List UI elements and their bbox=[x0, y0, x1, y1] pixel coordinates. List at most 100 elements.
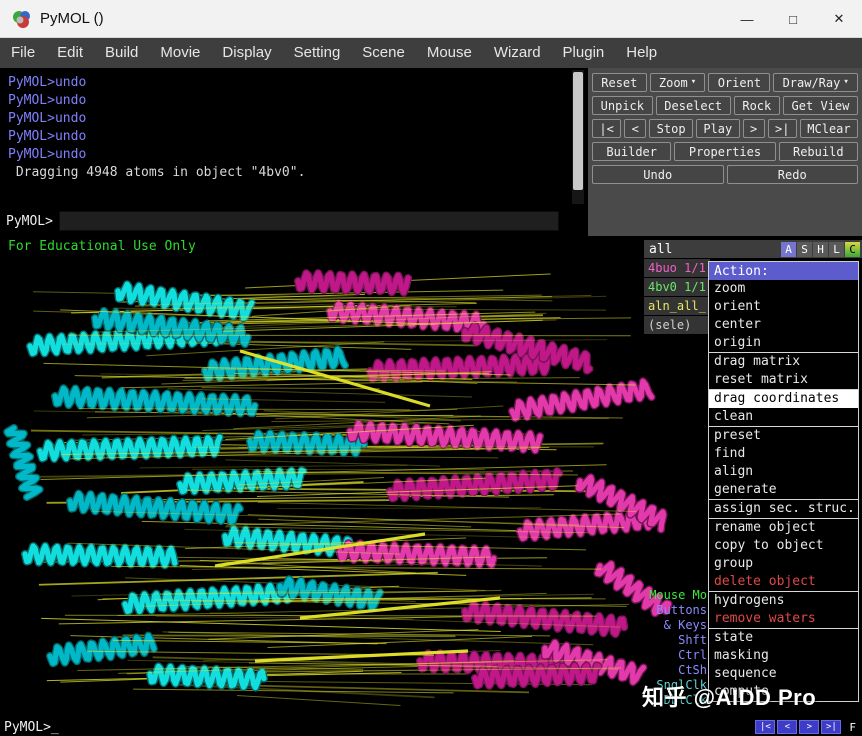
menu-help[interactable]: Help bbox=[615, 38, 668, 68]
ctrl-2-5-button[interactable]: >| bbox=[768, 119, 797, 138]
menu-file[interactable]: File bbox=[0, 38, 46, 68]
control-row: Unpick DeselectRockGet View bbox=[592, 96, 858, 115]
console-scrollbar[interactable] bbox=[572, 70, 584, 204]
close-button[interactable]: ✕ bbox=[816, 0, 862, 38]
reset-button[interactable]: Reset bbox=[592, 73, 647, 92]
menu-setting[interactable]: Setting bbox=[283, 38, 352, 68]
panel-chip-a[interactable]: A bbox=[781, 242, 796, 257]
rock-button[interactable]: Rock bbox=[734, 96, 780, 115]
titlebar: PyMOL () — □ ✕ bbox=[0, 0, 862, 38]
action-item-preset[interactable]: preset bbox=[709, 427, 858, 445]
button-label: Play bbox=[703, 122, 732, 136]
action-item-align[interactable]: align bbox=[709, 463, 858, 481]
button-label: Stop bbox=[657, 122, 686, 136]
undo-button[interactable]: Undo bbox=[592, 165, 724, 184]
menu-scene[interactable]: Scene bbox=[351, 38, 416, 68]
control-panel: ResetZoom▾OrientDraw/Ray▾UnpickDeselectR… bbox=[588, 68, 862, 236]
draw-ray-button[interactable]: Draw/Ray▾ bbox=[773, 73, 858, 92]
object-row-all[interactable]: all ASHLC bbox=[644, 240, 862, 258]
menu-mouse[interactable]: Mouse bbox=[416, 38, 483, 68]
frame-prev-button[interactable]: < bbox=[777, 720, 797, 734]
button-label: |< bbox=[599, 122, 613, 136]
action-item-drag-coordinates[interactable]: drag coordinates bbox=[709, 390, 858, 408]
stop-button[interactable]: Stop bbox=[649, 119, 693, 138]
button-label: < bbox=[632, 122, 639, 136]
viewport-3d[interactable]: For Educational Use Only all ASHLC 4buo … bbox=[0, 236, 862, 718]
action-item-remove-waters[interactable]: remove waters bbox=[709, 610, 858, 628]
command-input[interactable] bbox=[59, 211, 559, 231]
action-item-state[interactable]: state bbox=[709, 629, 858, 647]
console-line: PyMOL>undo bbox=[8, 74, 580, 92]
frame-first-button[interactable]: |< bbox=[755, 720, 775, 734]
action-item-masking[interactable]: masking bbox=[709, 647, 858, 665]
action-item-origin[interactable]: origin bbox=[709, 334, 858, 352]
console-line: PyMOL>undo bbox=[8, 110, 580, 128]
play-button[interactable]: Play bbox=[696, 119, 740, 138]
console-log: PyMOL>undoPyMOL>undoPyMOL>undoPyMOL>undo… bbox=[0, 68, 588, 206]
menu-plugin[interactable]: Plugin bbox=[552, 38, 616, 68]
prompt-label: PyMOL> bbox=[6, 214, 53, 229]
action-item-copy-to-object[interactable]: copy to object bbox=[709, 537, 858, 555]
edu-notice: For Educational Use Only bbox=[8, 239, 196, 254]
get-view-button[interactable]: Get View bbox=[783, 96, 858, 115]
action-item-drag-matrix[interactable]: drag matrix bbox=[709, 353, 858, 371]
action-item-delete-object[interactable]: delete object bbox=[709, 573, 858, 591]
console-line: PyMOL>undo bbox=[8, 92, 580, 110]
orient-button[interactable]: Orient bbox=[708, 73, 770, 92]
builder-button[interactable]: Builder bbox=[592, 142, 671, 161]
action-item-hydrogens[interactable]: hydrogens bbox=[709, 592, 858, 610]
action-item-group[interactable]: group bbox=[709, 555, 858, 573]
mouse-panel-label: CtSh bbox=[645, 663, 707, 678]
action-item-orient[interactable]: orient bbox=[709, 298, 858, 316]
menu-display[interactable]: Display bbox=[211, 38, 282, 68]
action-item-zoom[interactable]: zoom bbox=[709, 280, 858, 298]
panel-chip-c[interactable]: C bbox=[845, 242, 860, 257]
button-label: Reset bbox=[601, 76, 637, 90]
action-menu-items: zoomorientcenterorigindrag matrixreset m… bbox=[709, 280, 858, 701]
menu-build[interactable]: Build bbox=[94, 38, 149, 68]
ctrl-2-4-button[interactable]: > bbox=[743, 119, 765, 138]
pymol-window: PyMOL () — □ ✕ FileEditBuildMovieDisplay… bbox=[0, 0, 862, 736]
action-item-generate[interactable]: generate bbox=[709, 481, 858, 499]
rebuild-button[interactable]: Rebuild bbox=[779, 142, 858, 161]
frame-last-button[interactable]: >| bbox=[821, 720, 841, 734]
frame-next-button[interactable]: > bbox=[799, 720, 819, 734]
object-row-4buo-1-1[interactable]: 4buo 1/1 bbox=[644, 259, 710, 277]
action-item-center[interactable]: center bbox=[709, 316, 858, 334]
menu-edit[interactable]: Edit bbox=[46, 38, 94, 68]
console-line: PyMOL>undo bbox=[8, 128, 580, 146]
minimize-button[interactable]: — bbox=[724, 0, 770, 38]
action-item-find[interactable]: find bbox=[709, 445, 858, 463]
action-menu-title: Action: bbox=[709, 262, 858, 280]
properties-button[interactable]: Properties bbox=[674, 142, 775, 161]
redo-button[interactable]: Redo bbox=[727, 165, 859, 184]
ctrl-2-0-button[interactable]: |< bbox=[592, 119, 621, 138]
object-row-4bv0-1-1[interactable]: 4bv0 1/1 bbox=[644, 278, 710, 296]
panel-chip-s[interactable]: S bbox=[797, 242, 812, 257]
object-row-aln-all[interactable]: aln_all_ bbox=[644, 297, 710, 315]
window-title: PyMOL () bbox=[40, 10, 104, 27]
control-row: BuilderPropertiesRebuild bbox=[592, 142, 858, 161]
deselect-button[interactable]: Deselect bbox=[656, 96, 731, 115]
action-item-reset-matrix[interactable]: reset matrix bbox=[709, 371, 858, 389]
panel-chip-l[interactable]: L bbox=[829, 242, 844, 257]
unpick-button[interactable]: Unpick bbox=[592, 96, 653, 115]
mclear-button[interactable]: MClear bbox=[800, 119, 858, 138]
maximize-button[interactable]: □ bbox=[770, 0, 816, 38]
zoom-button[interactable]: Zoom▾ bbox=[650, 73, 706, 92]
chevron-down-icon: ▾ bbox=[843, 78, 848, 87]
watermark: 知乎 @AIDD Pro bbox=[642, 680, 816, 712]
action-item-clean[interactable]: clean bbox=[709, 408, 858, 426]
scrollbar-thumb[interactable] bbox=[573, 72, 583, 190]
menu-wizard[interactable]: Wizard bbox=[483, 38, 552, 68]
action-item-rename-object[interactable]: rename object bbox=[709, 519, 858, 537]
action-item-assign-sec-struc[interactable]: assign sec. struc. bbox=[709, 500, 858, 518]
menu-movie[interactable]: Movie bbox=[149, 38, 211, 68]
button-label: Unpick bbox=[601, 99, 644, 113]
object-row-sele[interactable]: (sele) bbox=[644, 316, 710, 334]
button-label: Redo bbox=[778, 168, 807, 182]
command-row: PyMOL> bbox=[0, 206, 588, 236]
panel-chip-h[interactable]: H bbox=[813, 242, 828, 257]
button-label: MClear bbox=[807, 122, 850, 136]
ctrl-2-1-button[interactable]: < bbox=[624, 119, 646, 138]
